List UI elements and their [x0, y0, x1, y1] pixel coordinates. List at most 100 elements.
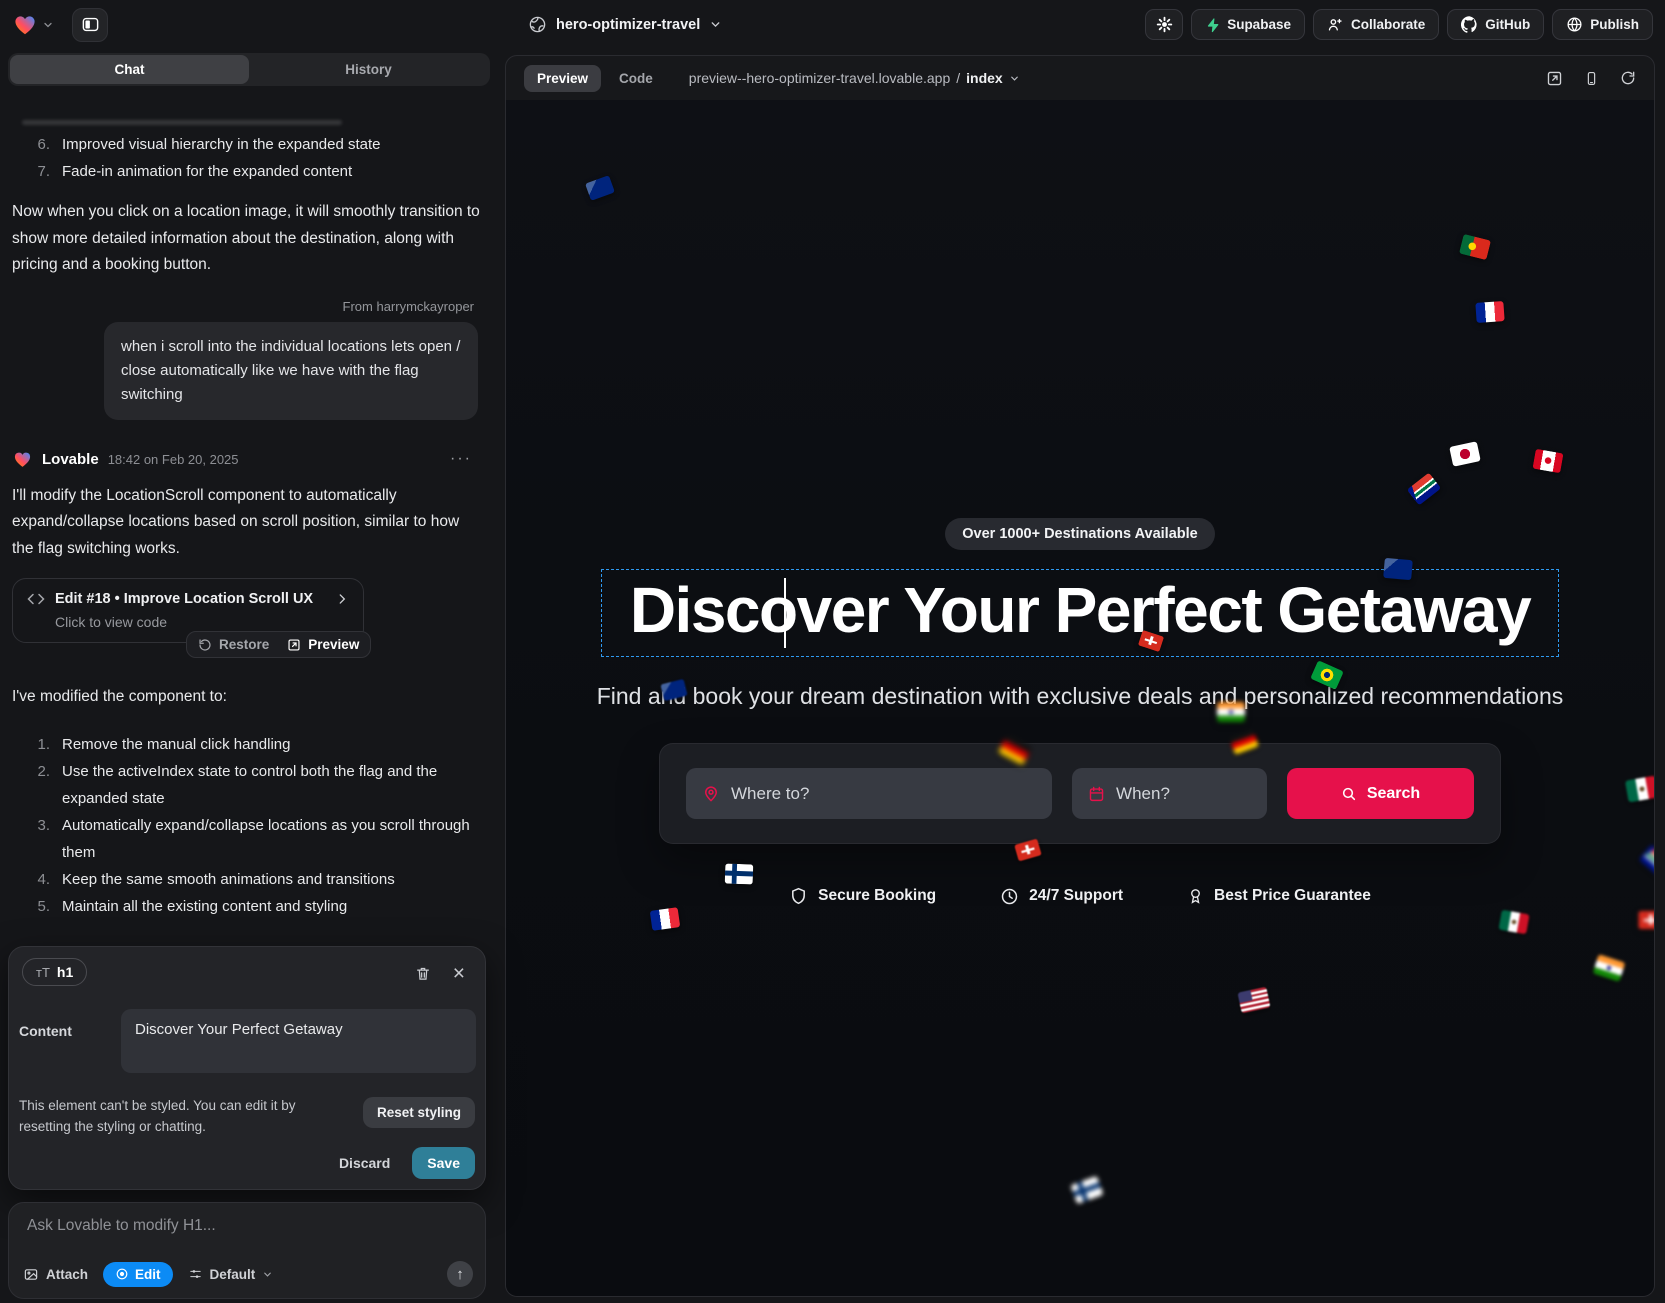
mexico-flag	[1498, 910, 1529, 935]
url-page: index	[966, 70, 1003, 86]
gear-icon	[1156, 16, 1173, 33]
tab-chat[interactable]: Chat	[10, 55, 249, 84]
chevron-down-icon	[709, 18, 722, 31]
url-domain: preview--hero-optimizer-travel.lovable.a…	[689, 70, 950, 86]
default-mode-button[interactable]: Default	[188, 1267, 274, 1282]
discard-button[interactable]: Discard	[327, 1147, 402, 1179]
india-flag	[1593, 954, 1626, 982]
edit-card-subtitle: Click to view code	[55, 614, 349, 630]
github-icon	[1461, 16, 1478, 33]
switzerland-flag	[1638, 911, 1655, 929]
close-icon[interactable]: ×	[453, 963, 465, 984]
text-caret	[784, 578, 786, 648]
send-button[interactable]: ↑	[447, 1261, 473, 1287]
assistant-summary: I've modified the component to:	[12, 684, 480, 711]
selected-h1-outline[interactable]: Discover Your Perfect Getaway	[601, 569, 1559, 657]
where-input[interactable]	[731, 784, 1036, 804]
image-attach-icon	[23, 1267, 39, 1282]
reset-styling-button[interactable]: Reset styling	[363, 1097, 475, 1128]
settings-button[interactable]	[1145, 9, 1183, 40]
external-link-icon	[287, 638, 301, 652]
sidebar-toggle-icon	[81, 15, 100, 34]
chevron-right-icon	[335, 592, 349, 606]
lovable-heart-icon	[12, 450, 33, 469]
publish-button[interactable]: Publish	[1552, 9, 1653, 40]
restore-icon	[198, 638, 212, 652]
selected-element-chip[interactable]: тT h1	[22, 958, 87, 986]
refresh-icon[interactable]	[1620, 70, 1636, 86]
previous-changes-list: 6.Improved visual hierarchy in the expan…	[12, 131, 480, 185]
trash-icon[interactable]	[415, 965, 431, 982]
assistant-message-header: Lovable 18:42 on Feb 20, 2025 ···	[12, 450, 480, 469]
content-label: Content	[19, 1023, 72, 1039]
version-actions: Restore Preview	[186, 631, 371, 658]
clock-icon	[1000, 887, 1019, 906]
list-item: 6.Improved visual hierarchy in the expan…	[12, 131, 480, 158]
github-button[interactable]: GitHub	[1447, 9, 1544, 40]
chat-history-tabs: Chat History	[8, 53, 490, 86]
globe-icon	[1566, 16, 1583, 33]
site-canvas[interactable]: Over 1000+ Destinations Available Discov…	[506, 100, 1654, 1296]
top-bar: hero-optimizer-travel Supabase Collabora…	[0, 0, 1665, 49]
when-field[interactable]	[1072, 768, 1267, 819]
chevron-down-icon	[1009, 73, 1020, 84]
element-tag: h1	[57, 964, 73, 980]
preview-frame: Preview Code preview--hero-optimizer-tra…	[505, 55, 1655, 1297]
list-item: 7.Fade-in animation for the expanded con…	[12, 158, 480, 185]
chat-panel: Chat History 6.Improved visual hierarchy…	[8, 53, 490, 1301]
clipped-scrolled-text	[22, 120, 342, 125]
sliders-icon	[188, 1267, 203, 1281]
france-flag	[650, 907, 681, 931]
message-timestamp: 18:42 on Feb 20, 2025	[108, 452, 239, 467]
destinations-badge: Over 1000+ Destinations Available	[945, 518, 1214, 550]
open-external-icon[interactable]	[1546, 70, 1563, 87]
chat-input[interactable]	[27, 1217, 445, 1251]
more-options-icon[interactable]: ···	[450, 450, 480, 468]
edit-mode-button[interactable]: Edit	[103, 1262, 173, 1287]
sidebar-toggle-button[interactable]	[72, 8, 108, 42]
preview-toolbar: Preview Code preview--hero-optimizer-tra…	[506, 56, 1654, 100]
project-switcher[interactable]: hero-optimizer-travel	[528, 0, 722, 49]
hero-subtitle: Find and book your dream destination wit…	[597, 683, 1564, 710]
attach-button[interactable]: Attach	[23, 1267, 88, 1282]
where-field[interactable]	[686, 768, 1052, 819]
feature-support: 24/7 Support	[1000, 887, 1123, 906]
chevron-down-icon	[42, 19, 54, 31]
list-item: 4.Keep the same smooth animations and tr…	[12, 866, 480, 893]
chat-message-list[interactable]: 6.Improved visual hierarchy in the expan…	[8, 86, 490, 946]
feature-secure-booking: Secure Booking	[789, 886, 936, 906]
united-states-flag	[1237, 987, 1270, 1014]
element-editor-panel: тT h1 × Content Discover Your Perfect Ge…	[8, 946, 486, 1190]
preview-version-button[interactable]: Preview	[287, 637, 359, 652]
target-icon	[115, 1267, 129, 1281]
award-icon	[1187, 886, 1204, 906]
restore-button[interactable]: Restore	[198, 637, 269, 652]
list-item: 1.Remove the manual click handling	[12, 731, 480, 758]
feature-best-price: Best Price Guarantee	[1187, 886, 1371, 906]
tab-code[interactable]: Code	[615, 65, 657, 92]
lovable-heart-icon	[12, 13, 38, 37]
preview-url[interactable]: preview--hero-optimizer-travel.lovable.a…	[689, 70, 1020, 86]
type-icon: тT	[36, 965, 50, 980]
modification-steps-list: 1.Remove the manual click handling2.Use …	[12, 731, 480, 920]
list-item: 5.Maintain all the existing content and …	[12, 893, 480, 920]
content-input[interactable]: Discover Your Perfect Getaway	[121, 1009, 476, 1073]
finland-flag	[1070, 1176, 1103, 1204]
location-pin-icon	[702, 784, 720, 803]
code-brackets-icon	[27, 592, 45, 606]
feature-highlights: Secure Booking 24/7 Support Best Price G…	[789, 886, 1371, 906]
supabase-button[interactable]: Supabase	[1191, 9, 1305, 40]
shield-icon	[789, 886, 808, 906]
tab-preview[interactable]: Preview	[524, 65, 601, 92]
when-input[interactable]	[1116, 784, 1251, 804]
hero-title[interactable]: Discover Your Perfect Getaway	[630, 573, 1530, 647]
assistant-name: Lovable	[42, 451, 99, 468]
chevron-down-icon	[262, 1269, 273, 1280]
search-button[interactable]: Search	[1287, 768, 1474, 819]
lovable-logo-menu[interactable]	[12, 13, 54, 37]
mobile-view-icon[interactable]	[1584, 70, 1599, 87]
collaborate-button[interactable]: Collaborate	[1313, 9, 1439, 40]
save-button[interactable]: Save	[412, 1147, 475, 1179]
tab-history[interactable]: History	[249, 55, 488, 84]
people-icon	[1327, 16, 1344, 33]
